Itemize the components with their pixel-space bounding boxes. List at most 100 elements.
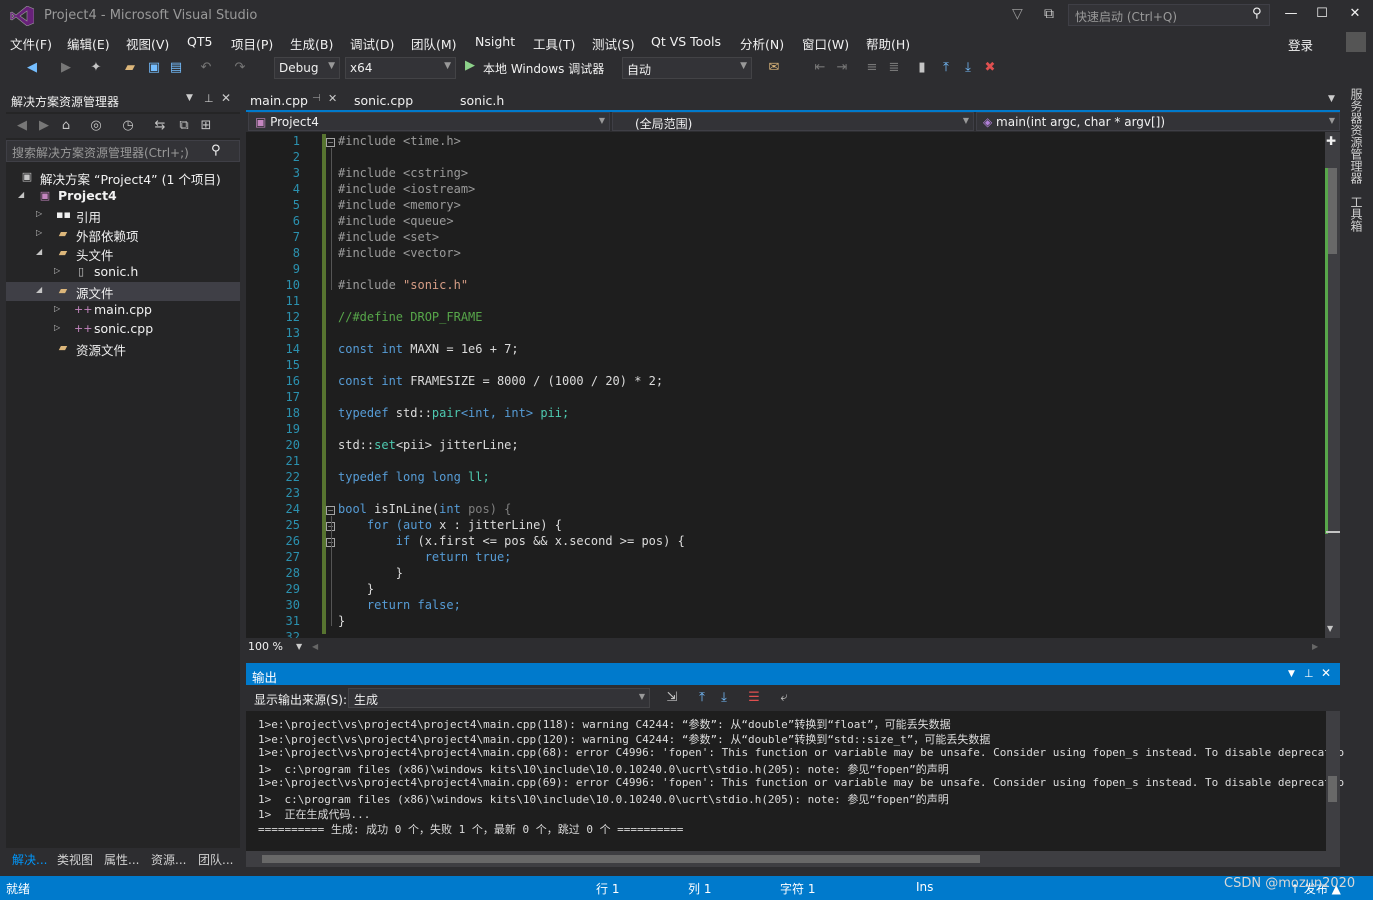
open-file-icon[interactable]: ▰ [122, 60, 138, 76]
project-nav-select[interactable]: ▣ Project4 ▼ [248, 112, 610, 131]
tab-team[interactable]: 团队... [198, 851, 233, 868]
minimize-button[interactable]: — [1276, 4, 1306, 26]
login-link[interactable]: 登录 [1288, 35, 1313, 54]
menu-edit[interactable]: 编辑(E) [67, 34, 110, 53]
tree-file-sonic-h[interactable]: ▷ ▯ sonic.h [6, 263, 240, 282]
word-wrap-icon[interactable]: ⤶ [776, 690, 792, 706]
indent-icon[interactable]: ⇥ [834, 60, 850, 76]
fold-toggle-icon[interactable]: − [326, 138, 335, 147]
menu-file[interactable]: 文件(F) [10, 34, 52, 53]
tree-project[interactable]: ◢ ▣ Project4 [6, 187, 240, 206]
fold-toggle-icon[interactable]: − [326, 506, 335, 515]
home-icon[interactable]: ⌂ [58, 118, 74, 134]
clear-all-icon[interactable]: ☰ [746, 690, 762, 706]
start-debugging-button[interactable]: 本地 Windows 调试器 [483, 60, 604, 77]
prev-bookmark-icon[interactable]: ⤒ [938, 60, 954, 76]
menu-tools[interactable]: 工具(T) [533, 34, 575, 53]
scroll-left-icon[interactable]: ◀ [312, 642, 318, 651]
debug-mode-select[interactable]: 自动 ▼ [622, 57, 752, 79]
comment-icon[interactable]: ≡ [864, 60, 880, 76]
search-icon[interactable]: ⚲ [1252, 6, 1262, 21]
pin-icon[interactable]: ⊥ [204, 92, 214, 105]
menu-help[interactable]: 帮助(H) [866, 34, 910, 53]
menu-nsight[interactable]: Nsight [475, 34, 515, 49]
tree-external-deps[interactable]: ▷ ▰ 外部依赖项 [6, 225, 240, 244]
save-all-icon[interactable]: ▤ [168, 60, 184, 76]
close-tab-icon[interactable]: ✕ [328, 92, 337, 105]
next-message-icon[interactable]: ⤓ [716, 690, 732, 706]
close-panel-icon[interactable]: ✕ [1321, 666, 1331, 680]
search-icon[interactable]: ⚲ [211, 143, 221, 158]
menu-debug[interactable]: 调试(D) [350, 34, 394, 53]
pin-icon[interactable]: ⊣ [312, 93, 321, 104]
platform-select[interactable]: x64 ▼ [345, 57, 456, 79]
clear-bookmarks-icon[interactable]: ✖ [982, 60, 998, 76]
menu-view[interactable]: 视图(V) [126, 34, 169, 53]
goto-message-icon[interactable]: ⇲ [664, 690, 680, 706]
tab-toolbox[interactable]: 工具箱 [1348, 196, 1365, 232]
zoom-select[interactable]: 100 % ▼ [248, 640, 306, 654]
config-select[interactable]: Debug ▼ [274, 57, 340, 79]
back-icon[interactable]: ◀ [14, 118, 30, 134]
close-window-button[interactable]: ✕ [1340, 4, 1370, 26]
prev-message-icon[interactable]: ⤒ [694, 690, 710, 706]
tree-source-files[interactable]: ◢ ▰ 源文件 [6, 282, 240, 301]
tab-server-explorer[interactable]: 服务器资源管理器 [1348, 88, 1365, 184]
tab-sonic-cpp[interactable]: sonic.cpp [350, 90, 417, 110]
tab-list-icon[interactable]: ▼ [1328, 94, 1335, 104]
notification-filter-icon[interactable]: ▽ [1012, 6, 1028, 22]
forward-icon[interactable]: ▶ [36, 118, 52, 134]
tree-file-main-cpp[interactable]: ▷ ++ main.cpp [6, 301, 240, 320]
tab-sonic-h[interactable]: sonic.h [456, 90, 508, 110]
scrollbar-thumb[interactable] [1328, 776, 1337, 802]
undo-icon[interactable]: ↶ [198, 60, 214, 76]
sync-icon[interactable]: ⇆ [152, 118, 168, 134]
tree-file-sonic-cpp[interactable]: ▷ ++ sonic.cpp [6, 320, 240, 339]
collapse-all-icon[interactable]: ⧉ [176, 118, 192, 134]
close-panel-icon[interactable]: ✕ [221, 91, 231, 105]
quick-launch-input[interactable]: 快速启动 (Ctrl+Q) [1068, 4, 1270, 26]
solution-search-input[interactable]: 搜索解决方案资源管理器(Ctrl+;) [6, 140, 240, 162]
menu-build[interactable]: 生成(B) [290, 34, 333, 53]
scrollbar-thumb[interactable] [1328, 168, 1337, 254]
output-source-select[interactable]: 生成 ▼ [348, 688, 650, 708]
menu-test[interactable]: 测试(S) [592, 34, 635, 53]
tab-solution-explorer[interactable]: 解决... [12, 851, 47, 868]
split-editor-icon[interactable]: ✚ [1326, 134, 1336, 148]
back-icon[interactable]: ◀ [24, 60, 40, 76]
show-all-files-icon[interactable]: ◎ [88, 118, 104, 134]
new-project-icon[interactable]: ✦ [88, 60, 104, 76]
menu-qt5[interactable]: QT5 [187, 34, 212, 49]
redo-icon[interactable]: ↷ [232, 60, 248, 76]
next-bookmark-icon[interactable]: ⤓ [960, 60, 976, 76]
menu-analyze[interactable]: 分析(N) [740, 34, 784, 53]
tab-class-view[interactable]: 类视图 [57, 851, 93, 868]
menu-team[interactable]: 团队(M) [411, 34, 457, 53]
tree-header-files[interactable]: ◢ ▰ 头文件 [6, 244, 240, 263]
tab-properties[interactable]: 属性... [104, 851, 139, 868]
tab-resources[interactable]: 资源... [151, 851, 186, 868]
pin-icon[interactable]: ⊥ [1304, 667, 1314, 680]
panel-menu-icon[interactable]: ▼ [1288, 669, 1295, 679]
menu-project[interactable]: 项目(P) [231, 34, 273, 53]
outdent-icon[interactable]: ⇤ [812, 60, 828, 76]
tree-references[interactable]: ▷ ▪▪ 引用 [6, 206, 240, 225]
tree-solution[interactable]: ▣ 解决方案 “Project4” (1 个项目) [6, 168, 240, 187]
account-icon[interactable] [1346, 32, 1366, 52]
scrollbar-thumb[interactable] [262, 855, 980, 863]
save-icon[interactable]: ▣ [146, 60, 162, 76]
scroll-down-icon[interactable]: ▼ [1327, 624, 1333, 633]
find-in-files-icon[interactable]: ✉ [766, 60, 782, 76]
feedback-icon[interactable]: ⧉ [1044, 6, 1060, 22]
bookmark-icon[interactable]: ▮ [914, 60, 930, 76]
panel-menu-icon[interactable]: ▼ [186, 93, 193, 103]
forward-icon[interactable]: ▶ [58, 60, 74, 76]
properties-icon[interactable]: ⊞ [198, 118, 214, 134]
uncomment-icon[interactable]: ≣ [886, 60, 902, 76]
tree-resource-files[interactable]: ▰ 资源文件 [6, 339, 240, 358]
history-icon[interactable]: ◷ [120, 118, 136, 134]
menu-qt-vs-tools[interactable]: Qt VS Tools [651, 34, 721, 49]
tab-main-cpp[interactable]: main.cpp ⊣ ✕ [246, 90, 342, 110]
play-icon[interactable]: ▶ [465, 58, 475, 73]
scope-nav-select[interactable]: (全局范围) ▼ [612, 112, 974, 131]
